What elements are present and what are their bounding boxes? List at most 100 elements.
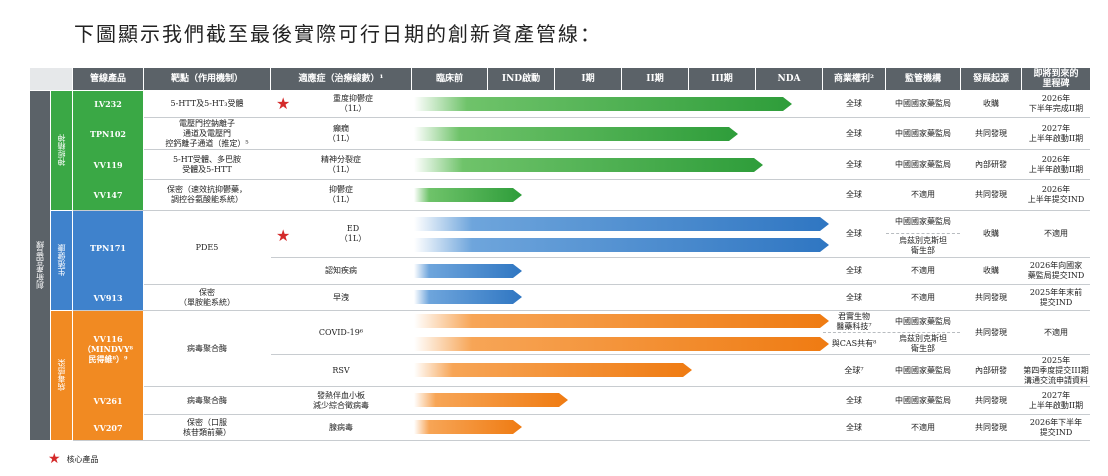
target: 保密（口服 核苷類前藥）	[183, 417, 231, 437]
group-label-innovative: 創新產品管線	[30, 91, 50, 440]
milestone: 2026年 下半年完成II期	[1028, 94, 1084, 113]
group-label-neuro: 神經精神	[51, 91, 72, 210]
regulator: 中國國家藥監局	[895, 365, 951, 375]
header-origin: 發展起源	[961, 68, 1021, 90]
target: PDE5	[195, 242, 219, 252]
header-phase3: III期	[689, 68, 755, 90]
origin: 共同發現	[975, 395, 1007, 405]
target: 保密（速效抗抑鬱藥， 調控谷氨酸能系統）	[167, 185, 247, 204]
header-target: 靶點（作用機制）	[144, 68, 270, 90]
header-product: 管線產品	[73, 68, 143, 90]
group-label-antiviral: 病毒感染	[51, 311, 72, 440]
header-milestone: 即將到來的 里程碑	[1022, 68, 1090, 90]
stage-bar	[414, 188, 522, 202]
milestone: 2026年下半年 提交IND	[1029, 417, 1083, 437]
indication: ED （1L）	[339, 224, 367, 243]
stage-bar	[414, 290, 522, 304]
regulator-2: 烏茲別克斯坦 衛生部	[899, 235, 947, 255]
target: 病毒聚合酶	[187, 343, 227, 353]
target: 保密 （單胺能系統）	[179, 287, 235, 307]
rights: 全球	[846, 395, 862, 405]
target: 5-HTT及5-HT₃受體	[170, 99, 244, 108]
product-code: VV207	[93, 422, 123, 433]
regulator: 不適用	[911, 266, 935, 275]
header-preclinical: 臨床前	[412, 68, 487, 90]
regulator: 中國國家藥監局	[895, 159, 951, 169]
origin: 共同發現	[975, 190, 1007, 199]
indication: 精神分裂症 （1L）	[321, 154, 361, 174]
milestone: 不適用	[1044, 327, 1068, 337]
target: 5-HT受體、多巴胺 受體及5-HTT	[172, 154, 242, 174]
origin: 內部研發	[975, 159, 1007, 169]
origin: 內部研發	[975, 365, 1007, 375]
stage-bar	[414, 314, 829, 328]
indication: 早洩	[333, 292, 349, 302]
stage-bar	[414, 264, 522, 278]
origin: 共同發現	[975, 128, 1007, 138]
milestone: 不適用	[1044, 229, 1068, 238]
regulator: 不適用	[911, 422, 935, 432]
core-product-star-icon: ★	[48, 451, 61, 467]
regulator: 不適用	[911, 292, 935, 302]
regulator: 中國國家藥監局	[895, 217, 951, 226]
target: 電壓門控鈉離子 通道及電壓門 控鈣離子通道（推定）⁵	[165, 118, 249, 148]
milestone: 2026年 上半年啟動II期	[1028, 154, 1084, 174]
indication: 腺病毒	[329, 422, 353, 432]
indication: 抑鬱症 （1L）	[327, 185, 355, 204]
indication: 認知疾病	[325, 266, 357, 275]
indication: 癲癇 （1L）	[327, 123, 355, 143]
origin: 收購	[983, 229, 999, 238]
header-nda: NDA	[756, 68, 822, 90]
milestone: 2026年向國家 藥監局提交IND	[1027, 261, 1085, 280]
product-code: VV116 （MINDVY⁸ 民得維⁸）⁹	[82, 333, 134, 364]
product-code: VV147	[93, 190, 123, 200]
indication: 發熱伴血小板 減少綜合徵病毒	[313, 390, 369, 410]
regulator-2: 烏茲別克斯坦 衛生部	[899, 333, 947, 353]
row-divider	[73, 440, 1090, 441]
stage-bar	[414, 238, 829, 252]
rights: 全球	[846, 422, 862, 432]
milestone: 2026年 上半年提交IND	[1027, 185, 1085, 204]
stage-bar	[414, 337, 829, 351]
header-regulator: 監管機構	[886, 68, 960, 90]
stage-bar	[414, 363, 692, 377]
regulator: 中國國家藥監局	[895, 99, 951, 108]
product-code: TPN171	[90, 242, 126, 253]
milestone: 2025年 第四季度提交III期 溝通交流申請資料	[1023, 355, 1089, 385]
product-code: TPN102	[90, 128, 126, 139]
origin: 收購	[983, 99, 999, 108]
rights: 全球	[846, 159, 862, 169]
rights: 全球	[846, 128, 862, 138]
regulator: 中國國家藥監局	[895, 395, 951, 405]
rights: 全球⁷	[844, 365, 864, 375]
core-product-star-icon: ★	[276, 226, 291, 245]
header-blank	[30, 68, 72, 90]
header-indication: 適應症（治療線數）¹	[271, 68, 411, 90]
regulator: 不適用	[911, 190, 935, 199]
rights: 全球	[846, 190, 862, 199]
indication: 重度抑鬱症 （1L）	[333, 94, 373, 113]
product-code: VV119	[93, 159, 123, 170]
stage-bar	[414, 217, 829, 231]
group-label-sexual: 生殖健康	[51, 211, 72, 310]
product-code: LV232	[94, 99, 122, 109]
indication: RSV	[332, 365, 350, 375]
page-title: 下圖顯示我們截至最後實際可行日期的創新資產管線：	[74, 22, 602, 46]
milestone: 2027年 上半年啟動II期	[1028, 123, 1084, 143]
milestone: 2027年 上半年啟動II期	[1028, 390, 1084, 410]
stage-bar	[414, 420, 522, 434]
header-ind: IND啟動	[488, 68, 554, 90]
rights: 全球	[846, 266, 862, 275]
target: 病毒聚合酶	[187, 395, 227, 405]
rights: 全球	[846, 229, 862, 238]
stage-bar	[414, 127, 738, 141]
header-phase2: II期	[622, 68, 688, 90]
indication: COVID-19⁶	[318, 327, 364, 337]
legend: ★ 核心產品	[48, 451, 99, 467]
core-product-star-icon: ★	[276, 94, 291, 113]
stage-bar	[414, 158, 763, 172]
product-code: VV913	[93, 292, 123, 303]
regulator: 中國國家藥監局	[895, 316, 951, 326]
stage-bar	[414, 97, 792, 111]
milestone: 2025年年末前 提交IND	[1029, 287, 1083, 307]
